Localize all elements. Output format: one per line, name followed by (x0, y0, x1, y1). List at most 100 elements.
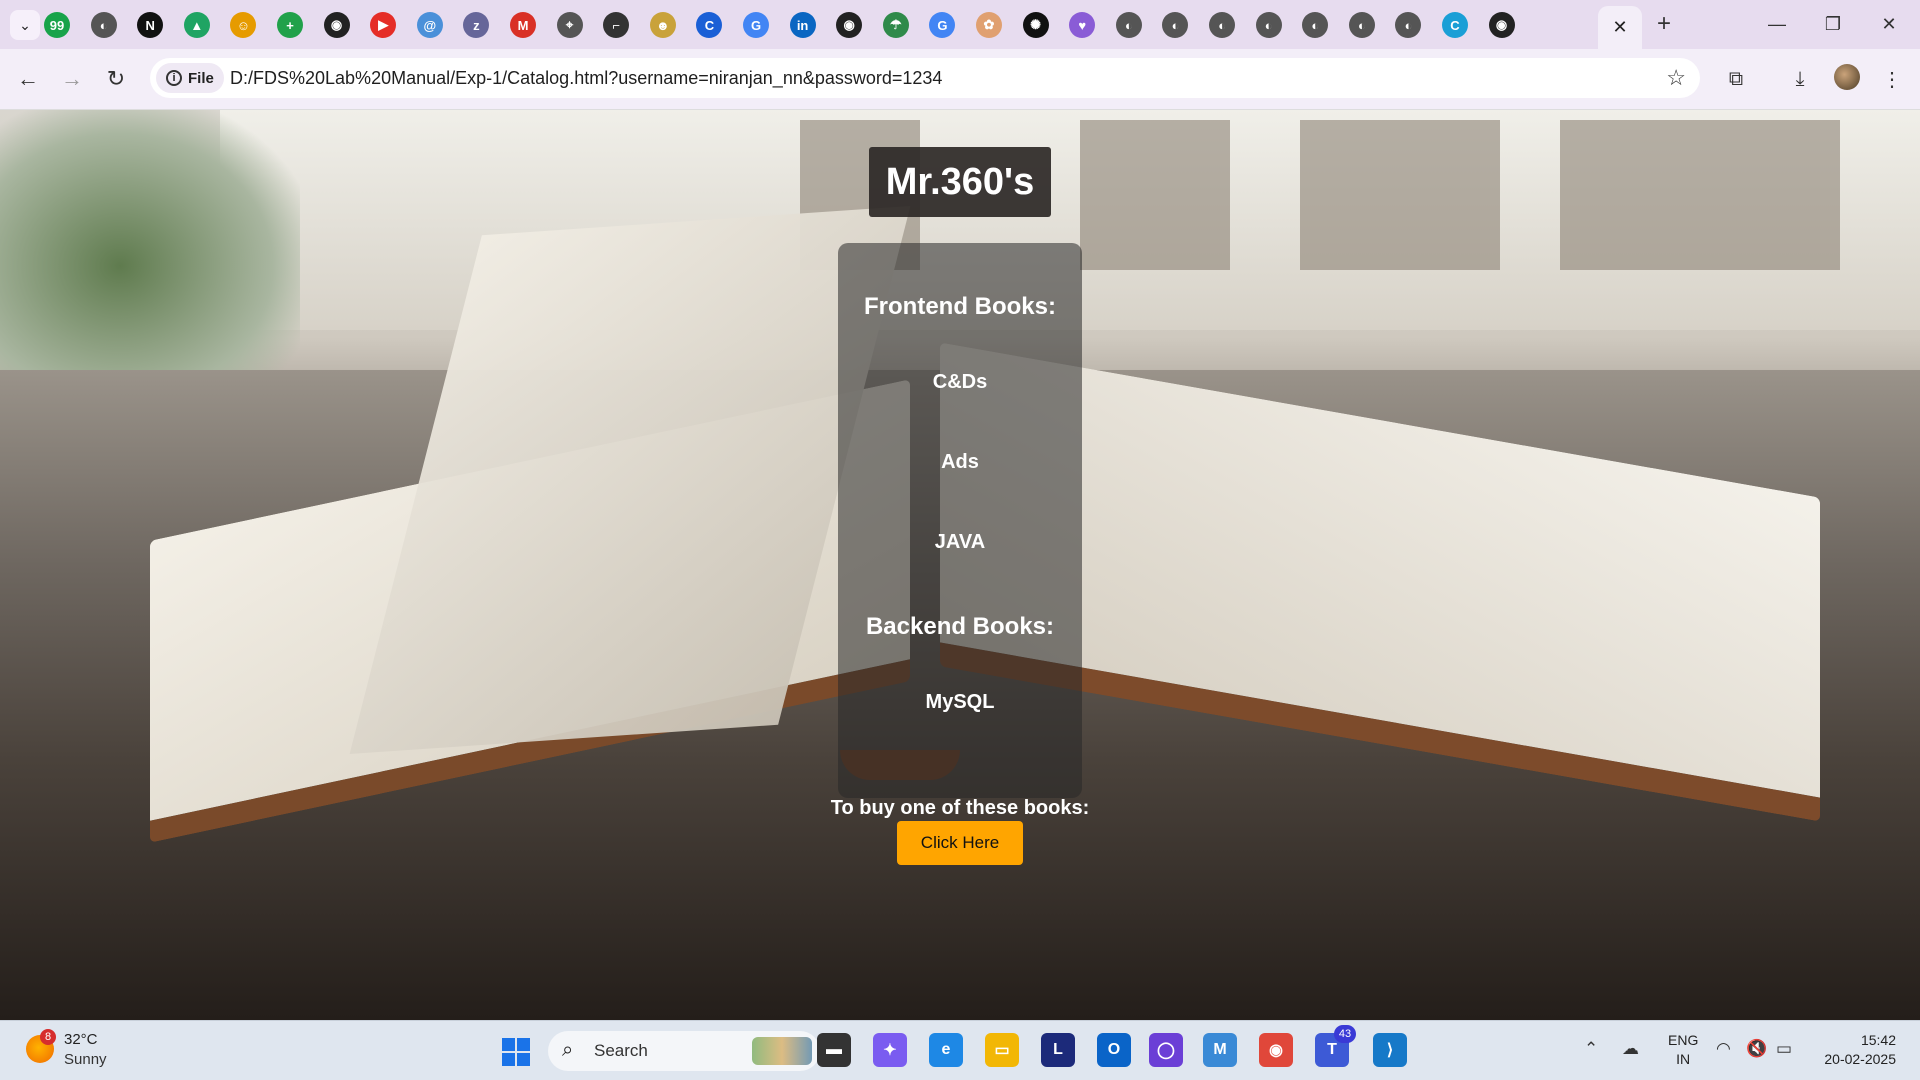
edge-c-icon[interactable]: C (1442, 12, 1468, 38)
globe-icon[interactable]: ◐ (1302, 12, 1329, 38)
l-app-icon[interactable]: L (1041, 1033, 1075, 1067)
globe-icon[interactable]: ◐ (1395, 12, 1422, 38)
info-icon: i (166, 70, 182, 86)
github-icon[interactable]: ◉ (323, 12, 350, 38)
buy-prompt: To buy one of these books: (830, 797, 1090, 819)
frontend-heading: Frontend Books: (864, 293, 1056, 320)
google-drive-icon[interactable]: ▲ (183, 12, 210, 38)
browser-toolbar: ← → ↻ i File D:/FDS%20Lab%20Manual/Exp-1… (0, 49, 1920, 110)
book-item[interactable]: C&Ds (838, 371, 1082, 394)
close-window-button[interactable]: ✕ (1866, 6, 1912, 42)
umbrella-icon[interactable]: ☂ (882, 12, 909, 38)
youtube-icon[interactable]: ▶ (370, 12, 397, 38)
minimize-button[interactable]: — (1754, 6, 1800, 42)
cricket-icon[interactable]: 99 (44, 12, 70, 38)
circle-app-icon[interactable]: ◯ (1149, 1033, 1183, 1067)
system-clock[interactable]: 15:42 20-02-2025 (1816, 1031, 1896, 1069)
globe-icon[interactable]: ◐ (1115, 12, 1142, 38)
bookmark-icon[interactable]: ⌐ (603, 12, 630, 38)
zeo-icon[interactable]: z (463, 12, 490, 38)
language-indicator[interactable]: ENG IN (1668, 1031, 1698, 1069)
windows-taskbar: 8 32°C Sunny ⌕ Search ▬ ✦ e ▭ L O ◯ M ◉ T 43 ⟩ ⌃ ☁ … (0, 1020, 1920, 1080)
onedrive-offline-icon[interactable]: ☁ (1622, 1039, 1639, 1059)
c-icon[interactable]: C (696, 12, 723, 38)
book-item[interactable]: JAVA (838, 531, 1082, 554)
book-item[interactable]: Ads (838, 451, 1082, 474)
restore-button[interactable]: ❐ (1810, 6, 1856, 42)
tab-search-icon[interactable]: ⌄ (10, 10, 40, 40)
search-icon: ⌕ (562, 1039, 574, 1061)
heart-shield-icon[interactable]: ♥ (1069, 12, 1096, 38)
active-tab[interactable]: ✕ (1598, 6, 1642, 49)
book-catalog: Frontend Books: C&Ds Ads JAVA Backend Bo… (838, 243, 1082, 798)
character-icon[interactable]: ☻ (649, 12, 676, 38)
profile-avatar[interactable] (1834, 64, 1860, 90)
gmail-icon[interactable]: M (510, 12, 536, 38)
notion-icon[interactable]: N (137, 12, 164, 38)
clock-time: 15:42 (1860, 1032, 1896, 1048)
google-icon[interactable]: G (929, 12, 956, 38)
start-button[interactable] (502, 1038, 530, 1066)
tab-strip: ⌄ 99 ◐ N ▲ ☺ + ◉ ▶ @ z M ⌖ ⌐ ☻ C Gin ◉ ☂ G ✿ ✺ ♥ ◐ ◐ ◐ ◐ ◐ ◐ ◐ C ◉ ✕ +… (0, 0, 1920, 49)
linkedin-icon[interactable]: in (789, 12, 816, 38)
reload-button[interactable]: ↻ (100, 63, 132, 95)
site-info-chip[interactable]: i File (156, 63, 224, 93)
copilot-icon[interactable]: ✦ (873, 1033, 907, 1067)
outlook-icon[interactable]: O (1097, 1033, 1131, 1067)
book-item[interactable]: MySQL (838, 691, 1082, 714)
flower-icon[interactable]: ✿ (976, 12, 1002, 38)
background-pane (1300, 120, 1500, 270)
forward-button[interactable]: → (56, 63, 88, 95)
globe-icon[interactable]: ◐ (1162, 12, 1189, 38)
bookmark-star-icon[interactable]: ☆ (1666, 65, 1686, 91)
compass-icon[interactable]: ⌖ (556, 12, 583, 38)
extensions-icon[interactable]: ⧉ (1720, 63, 1752, 95)
mute-speaker-icon[interactable]: 🔇 (1746, 1039, 1767, 1059)
weather-temp: 32°C (64, 1031, 98, 1048)
vscode-icon[interactable]: ⟩ (1373, 1033, 1407, 1067)
language-code: ENG (1668, 1032, 1699, 1048)
backend-heading: Backend Books: (865, 613, 1055, 640)
show-hidden-icons-chevron-icon[interactable]: ⌃ (1584, 1039, 1598, 1059)
site-chip-label: File (188, 69, 214, 87)
clock-date: 20-02-2025 (1824, 1051, 1896, 1067)
battery-icon[interactable]: ▭ (1776, 1039, 1792, 1059)
site-brand: Mr.360's (869, 147, 1051, 217)
background-plant (0, 110, 300, 370)
back-button[interactable]: ← (12, 63, 44, 95)
weather-condition: Sunny (64, 1051, 107, 1068)
globe-icon[interactable]: ◐ (1255, 12, 1282, 38)
background-pane (1080, 120, 1230, 270)
close-tab-icon[interactable]: ✕ (1612, 17, 1627, 38)
page-content: Mr.360's Frontend Books: C&Ds Ads JAVA B… (0, 110, 1920, 1020)
weather-badge: 8 (40, 1029, 56, 1045)
openai-icon[interactable]: ✺ (1022, 12, 1049, 38)
spiral-icon[interactable]: @ (416, 12, 443, 38)
emoji-icon[interactable]: ☺ (230, 12, 257, 38)
globe-icon[interactable]: ◐ (90, 12, 117, 38)
url-text[interactable]: D:/FDS%20Lab%20Manual/Exp-1/Catalog.html… (230, 68, 942, 89)
notification-badge: 43 (1334, 1025, 1356, 1043)
google-icon[interactable]: G (743, 12, 769, 38)
github-icon[interactable]: ◉ (836, 12, 863, 38)
plus-circle-icon[interactable]: + (277, 12, 303, 38)
github-icon[interactable]: ◉ (1488, 12, 1515, 38)
search-label: Search (594, 1041, 648, 1060)
chrome-icon[interactable]: ◉ (1259, 1033, 1293, 1067)
taskbar-search[interactable]: ⌕ Search (548, 1031, 820, 1071)
wifi-icon[interactable]: ◠ (1716, 1039, 1731, 1059)
file-explorer-dark-icon[interactable]: ▬ (817, 1033, 851, 1067)
region-code: IN (1676, 1051, 1691, 1067)
m365-icon[interactable]: M (1203, 1033, 1237, 1067)
new-tab-button[interactable]: + (1650, 10, 1678, 38)
background-pane (1560, 120, 1840, 270)
download-icon[interactable]: ⤓ (1784, 63, 1816, 95)
click-here-button[interactable]: Click Here (897, 821, 1023, 865)
search-highlight-image (752, 1037, 812, 1065)
file-explorer-icon[interactable]: ▭ (985, 1033, 1019, 1067)
edge-icon[interactable]: e (929, 1033, 963, 1067)
address-bar[interactable]: i File D:/FDS%20Lab%20Manual/Exp-1/Catal… (150, 58, 1700, 98)
menu-icon[interactable]: ⋮ (1876, 63, 1908, 95)
globe-icon[interactable]: ◐ (1209, 12, 1235, 38)
globe-icon[interactable]: ◐ (1348, 12, 1375, 38)
